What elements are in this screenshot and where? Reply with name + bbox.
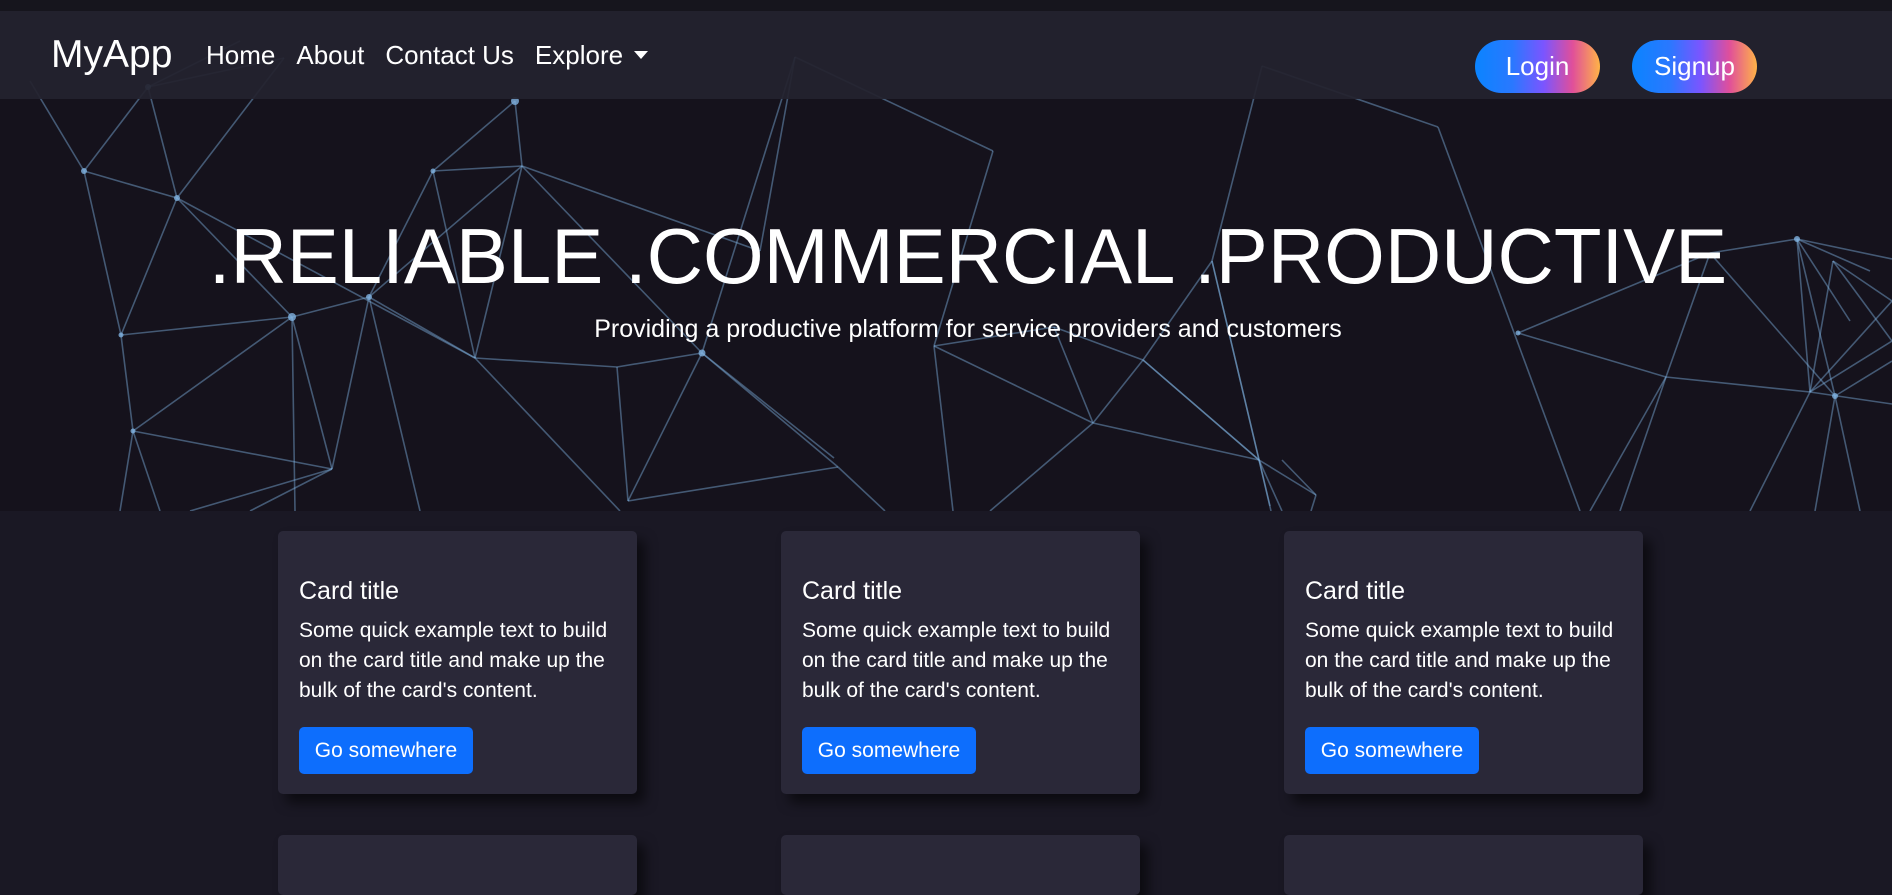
card-partial <box>278 835 637 895</box>
hero-subtitle: Providing a productive platform for serv… <box>594 315 1342 343</box>
card-title: Card title <box>802 577 903 605</box>
card-partial <box>781 835 1140 895</box>
nav-dropdown-label: Explore <box>534 40 624 70</box>
top-strip <box>0 0 1892 11</box>
nav-link-contact[interactable]: Contact Us <box>385 39 514 71</box>
card-text: Some quick example text to build on the … <box>802 619 1111 702</box>
nav-link-about[interactable]: About <box>296 39 364 71</box>
brand-logo[interactable]: MyApp <box>51 32 172 78</box>
card-title: Card title <box>1305 577 1406 605</box>
nav-link-home[interactable]: Home <box>206 39 275 71</box>
login-button[interactable]: Login <box>1475 40 1600 93</box>
card-title: Card title <box>299 577 400 605</box>
card-text: Some quick example text to build on the … <box>1305 619 1614 702</box>
card-action-button[interactable]: Go somewhere <box>802 727 976 774</box>
card: Card title Some quick example text to bu… <box>781 531 1140 794</box>
nav-dropdown-explore[interactable]: Explore <box>534 39 649 71</box>
caret-down-icon <box>634 51 649 59</box>
card-action-button[interactable]: Go somewhere <box>299 727 473 774</box>
hero-title: .RELIABLE .COMMERCIAL .PRODUCTIVE <box>208 212 1728 300</box>
card-text: Some quick example text to build on the … <box>299 619 608 702</box>
nav-links: Home About Contact Us Explore <box>206 39 669 71</box>
card: Card title Some quick example text to bu… <box>1284 531 1643 794</box>
card: Card title Some quick example text to bu… <box>278 531 637 794</box>
navbar: MyApp Home About Contact Us Explore Logi… <box>0 11 1892 99</box>
card-partial <box>1284 835 1643 895</box>
signup-button[interactable]: Signup <box>1632 40 1757 93</box>
card-action-button[interactable]: Go somewhere <box>1305 727 1479 774</box>
